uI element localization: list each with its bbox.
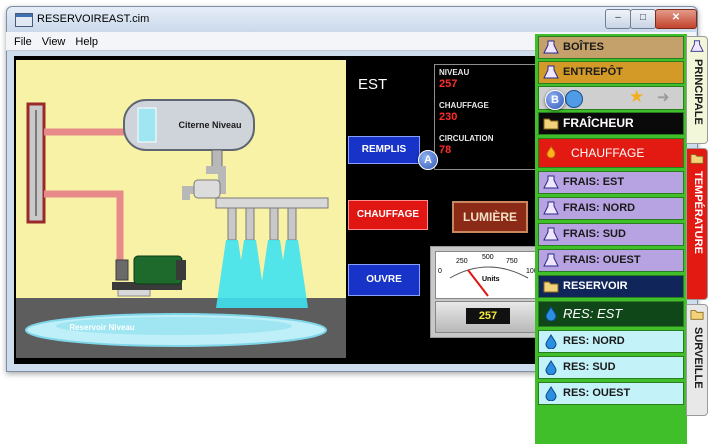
panel-item-label: FRAIS: SUD <box>563 228 626 240</box>
tab-temperature[interactable]: TEMPÉRATURE <box>686 148 708 300</box>
panel-item-label: ENTREPÔT <box>563 66 623 78</box>
panel-item-chauffage[interactable]: CHAUFFAGE <box>538 138 684 168</box>
readout-niveau: NIVEAU 257 <box>439 68 529 90</box>
flask-icon <box>543 65 559 79</box>
panel-item-label: FRAÎCHEUR <box>563 116 634 130</box>
close-button[interactable]: ✕ <box>655 9 697 29</box>
water-drop-icon <box>545 306 557 321</box>
menu-file[interactable]: File <box>6 33 37 51</box>
panel-item-res-sud[interactable]: RES: SUD <box>538 356 684 379</box>
tank-level <box>137 107 157 143</box>
panel-item-frais-ouest[interactable]: FRAIS: OUEST <box>538 249 684 272</box>
panel-item-frais-sud[interactable]: FRAIS: SUD <box>538 223 684 246</box>
maximize-button[interactable]: □ <box>630 9 656 29</box>
readout-chauffage: CHAUFFAGE 230 <box>439 101 529 123</box>
panel-item-label: BOÎTES <box>563 41 604 53</box>
window-icon <box>15 13 33 27</box>
star-icon[interactable]: ★ <box>629 87 644 107</box>
folder-icon <box>543 281 559 293</box>
readout-label: CHAUFFAGE <box>439 101 489 110</box>
gauge-needle-icon <box>449 266 529 297</box>
panel-item-fraicheur[interactable]: FRAÎCHEUR <box>538 112 684 135</box>
flask-icon <box>543 227 559 241</box>
panel-item-res-nord[interactable]: RES: NORD <box>538 330 684 353</box>
water-drop-icon <box>545 360 557 375</box>
station-label: EST <box>358 76 388 93</box>
readout-label: CIRCULATION <box>439 134 494 143</box>
marker-b: B <box>545 90 565 110</box>
marker-a: A <box>418 150 438 170</box>
tank-label: Citerne Niveau <box>178 120 241 130</box>
panel-item-res-est[interactable]: RES: EST <box>538 301 684 327</box>
flask-icon <box>543 253 559 267</box>
arrow-right-icon[interactable]: ➜ <box>657 88 670 106</box>
folder-icon <box>690 154 704 164</box>
readout-circulation: CIRCULATION 78 <box>439 134 529 156</box>
panel-item-label: FRAIS: EST <box>563 176 625 188</box>
tab-surveille[interactable]: SURVEILLE <box>686 304 708 416</box>
panel-item-entrepot[interactable]: ENTREPÔT <box>538 61 684 84</box>
panel-item-label: RESERVOIR <box>563 280 628 292</box>
minimize-button[interactable]: – <box>605 9 631 29</box>
flask-icon <box>543 201 559 215</box>
panel-item-label: CHAUFFAGE <box>571 146 645 160</box>
panel-item-reservoir[interactable]: RESERVOIR <box>538 275 684 298</box>
water-drop-icon <box>545 386 557 401</box>
gauge-face: 0 250 500 750 100 Units <box>435 251 541 299</box>
readout-value: 78 <box>439 144 452 156</box>
panel-item-frais-nord[interactable]: FRAIS: NORD <box>538 197 684 220</box>
heat-button[interactable]: CHAUFFAGE <box>348 200 428 230</box>
flame-icon <box>546 145 556 159</box>
gauge-display: 257 <box>466 308 510 324</box>
tab-label: TEMPÉRATURE <box>692 171 704 254</box>
light-button[interactable]: LUMIÈRE <box>452 201 528 233</box>
panel-item-boites[interactable]: BOÎTES <box>538 36 684 59</box>
readout-label: NIVEAU <box>439 68 470 77</box>
panel-item-label: FRAIS: NORD <box>563 202 636 214</box>
panel-item-label: FRAIS: OUEST <box>563 254 641 266</box>
flask-icon <box>690 40 704 52</box>
vertical-tab-strip: PRINCIPALE TEMPÉRATURE SURVEILLE <box>686 34 708 444</box>
manifold <box>215 197 329 209</box>
folder-icon <box>690 310 704 320</box>
open-button[interactable]: OUVRE <box>348 264 420 296</box>
flask-icon <box>543 40 559 54</box>
folder-icon <box>543 118 559 130</box>
panel-item-res-ouest[interactable]: RES: OUEST <box>538 382 684 405</box>
water-drop-icon <box>545 334 557 349</box>
pump-motor <box>133 255 183 285</box>
window-title: RESERVOIREAST.cim <box>37 13 150 25</box>
tab-principale[interactable]: PRINCIPALE <box>686 36 708 144</box>
readout-value: 230 <box>439 111 458 123</box>
menu-view[interactable]: View <box>37 33 71 51</box>
panel-item-frais-est[interactable]: FRAIS: EST <box>538 171 684 194</box>
readout-panel: NIVEAU 257 CHAUFFAGE 230 CIRCULATION 78 <box>434 64 536 170</box>
tab-label: SURVEILLE <box>692 327 704 389</box>
menu-help[interactable]: Help <box>70 33 103 51</box>
panel-item-label: RES: OUEST <box>563 387 631 399</box>
title-bar[interactable]: RESERVOIREAST.cim – □ ✕ <box>7 7 697 33</box>
gauge-footer: 257 <box>435 301 541 333</box>
panel-item-label: RES: EST <box>563 306 623 321</box>
readout-value: 257 <box>439 78 458 90</box>
globe-icon[interactable] <box>565 90 583 108</box>
reservoir-label: Reservoir Niveau <box>69 323 134 332</box>
process-diagram: Citerne Niveau Reservoir Niveau <box>16 60 346 358</box>
flask-icon <box>543 175 559 189</box>
fill-button[interactable]: REMPLIS <box>348 136 420 164</box>
tab-label: PRINCIPALE <box>692 59 704 125</box>
panel-item-label: RES: SUD <box>563 361 616 373</box>
panel-item-label: RES: NORD <box>563 335 625 347</box>
gauge: 0 250 500 750 100 Units 257 <box>430 246 544 338</box>
